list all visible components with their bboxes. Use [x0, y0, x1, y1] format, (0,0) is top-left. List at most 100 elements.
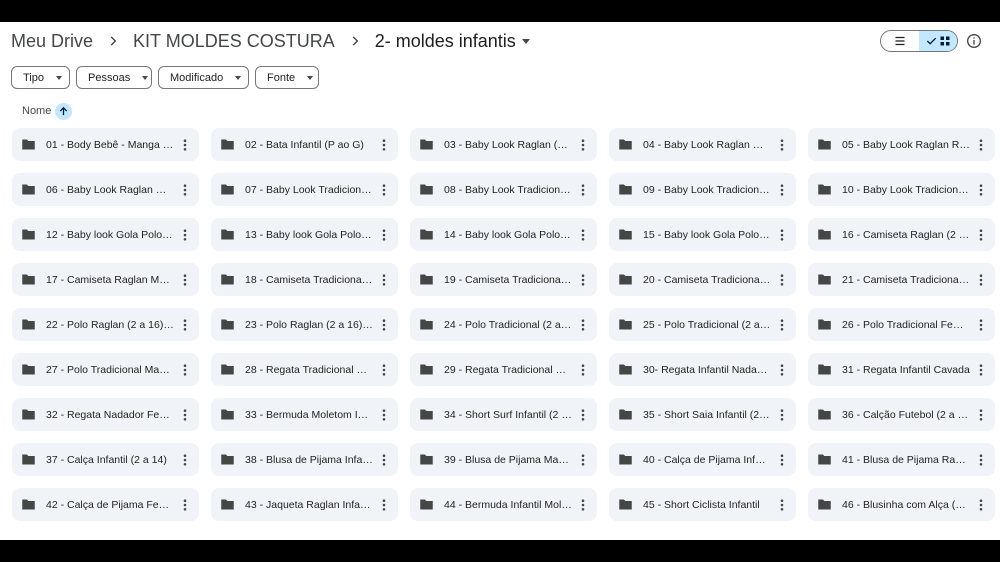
more-options-button[interactable]	[373, 404, 395, 426]
list-view-button[interactable]	[881, 31, 919, 51]
folder-tile[interactable]: 16 - Camiseta Raglan (2 a 16)	[808, 218, 995, 251]
folder-tile[interactable]: 23 - Polo Raglan (2 a 16) Manga Longa	[211, 308, 398, 341]
more-options-button[interactable]	[373, 179, 395, 201]
folder-tile[interactable]: 32 - Regata Nadador Feminina	[12, 398, 199, 431]
more-options-button[interactable]	[572, 314, 594, 336]
folder-tile[interactable]: 26 - Polo Tradicional Feminina	[808, 308, 995, 341]
more-options-button[interactable]	[572, 179, 594, 201]
more-options-button[interactable]	[373, 314, 395, 336]
more-options-button[interactable]	[771, 314, 793, 336]
more-options-button[interactable]	[572, 134, 594, 156]
more-options-button[interactable]	[572, 494, 594, 516]
filter-source-chip[interactable]: Fonte	[255, 66, 319, 89]
folder-tile[interactable]: 42 - Calça de Pijama Feminina	[12, 488, 199, 521]
more-options-button[interactable]	[970, 134, 992, 156]
folder-tile[interactable]: 33 - Bermuda Moletom Infantil	[211, 398, 398, 431]
more-options-button[interactable]	[373, 134, 395, 156]
folder-tile[interactable]: 12 - Baby look Gola Polo Raglan	[12, 218, 199, 251]
more-options-button[interactable]	[572, 449, 594, 471]
folder-tile[interactable]: 44 - Bermuda Infantil Moletom	[410, 488, 597, 521]
folder-tile[interactable]: 08 - Baby Look Tradicional Manga Longa	[410, 173, 597, 206]
folder-tile[interactable]: 40 - Calça de Pijama Infantil	[609, 443, 796, 476]
sort-direction-button[interactable]	[55, 102, 73, 120]
filter-modified-chip[interactable]: Modificado	[158, 66, 249, 89]
more-options-button[interactable]	[174, 179, 196, 201]
folder-tile[interactable]: 14 - Baby look Gola Polo Manga Longa	[410, 218, 597, 251]
folder-tile[interactable]: 04 - Baby Look Raglan Manga Longa	[609, 128, 796, 161]
info-icon[interactable]	[966, 33, 982, 49]
more-options-button[interactable]	[970, 224, 992, 246]
more-options-button[interactable]	[771, 269, 793, 291]
more-options-button[interactable]	[373, 449, 395, 471]
folder-tile[interactable]: 41 - Blusa de Pijama Raglan	[808, 443, 995, 476]
more-options-button[interactable]	[572, 404, 594, 426]
more-options-button[interactable]	[373, 224, 395, 246]
more-options-button[interactable]	[771, 179, 793, 201]
more-options-button[interactable]	[771, 404, 793, 426]
more-options-button[interactable]	[373, 269, 395, 291]
more-options-button[interactable]	[373, 359, 395, 381]
more-options-button[interactable]	[373, 494, 395, 516]
folder-tile[interactable]: 35 - Short Saia Infantil (2 a 16)	[609, 398, 796, 431]
folder-tile[interactable]: 13 - Baby look Gola Polo Tradicional	[211, 218, 398, 251]
folder-tile[interactable]: 18 - Camiseta Tradicional (2 a 16)	[211, 263, 398, 296]
folder-tile[interactable]: 36 - Calção Futebol (2 a 16)	[808, 398, 995, 431]
grid-view-button[interactable]	[919, 31, 957, 51]
folder-tile[interactable]: 15 - Baby look Gola Polo Regata	[609, 218, 796, 251]
more-options-button[interactable]	[970, 359, 992, 381]
folder-tile[interactable]: 02 - Bata Infantil (P ao G)	[211, 128, 398, 161]
folder-tile[interactable]: 20 - Camiseta Tradicional Regata	[609, 263, 796, 296]
more-options-button[interactable]	[771, 224, 793, 246]
more-options-button[interactable]	[174, 494, 196, 516]
folder-tile[interactable]: 39 - Blusa de Pijama Manga Longa	[410, 443, 597, 476]
folder-tile[interactable]: 37 - Calça Infantil (2 a 14)	[12, 443, 199, 476]
more-options-button[interactable]	[970, 179, 992, 201]
folder-tile[interactable]: 29 - Regata Tradicional Feminina	[410, 353, 597, 386]
more-options-button[interactable]	[970, 269, 992, 291]
more-options-button[interactable]	[174, 134, 196, 156]
more-options-button[interactable]	[572, 359, 594, 381]
folder-tile[interactable]: 38 - Blusa de Pijama Infantil	[211, 443, 398, 476]
folder-tile[interactable]: 45 - Short Ciclista Infantil	[609, 488, 796, 521]
folder-tile[interactable]: 10 - Baby Look Tradicional Manga 3/4	[808, 173, 995, 206]
folder-tile[interactable]: 27 - Polo Tradicional Manga 3/4	[12, 353, 199, 386]
folder-tile[interactable]: 46 - Blusinha com Alça (2 a 16)	[808, 488, 995, 521]
folder-tile[interactable]: 17 - Camiseta Raglan Manga Longa	[12, 263, 199, 296]
more-options-button[interactable]	[174, 314, 196, 336]
folder-tile[interactable]: 24 - Polo Tradicional (2 a 16)	[410, 308, 597, 341]
folder-tile[interactable]: 06 - Baby Look Raglan Manga Curta	[12, 173, 199, 206]
more-options-button[interactable]	[970, 404, 992, 426]
more-options-button[interactable]	[970, 494, 992, 516]
more-options-button[interactable]	[174, 449, 196, 471]
more-options-button[interactable]	[174, 224, 196, 246]
more-options-button[interactable]	[771, 494, 793, 516]
folder-tile[interactable]: 05 - Baby Look Raglan Regata	[808, 128, 995, 161]
folder-tile[interactable]: 43 - Jaqueta Raglan Infantil	[211, 488, 398, 521]
more-options-button[interactable]	[174, 359, 196, 381]
filter-type-chip[interactable]: Tipo	[11, 66, 70, 89]
filter-people-chip[interactable]: Pessoas	[76, 66, 152, 89]
folder-tile[interactable]: 03 - Baby Look Raglan (2 a 16)	[410, 128, 597, 161]
folder-tile[interactable]: 30- Regata Infantil Nadador	[609, 353, 796, 386]
more-options-button[interactable]	[771, 134, 793, 156]
more-options-button[interactable]	[771, 359, 793, 381]
folder-tile[interactable]: 01 - Body Bebê - Manga Longa	[12, 128, 199, 161]
sort-name-label[interactable]: Nome	[22, 105, 51, 117]
more-options-button[interactable]	[572, 269, 594, 291]
folder-tile[interactable]: 31 - Regata Infantil Cavada	[808, 353, 995, 386]
folder-tile[interactable]: 34 - Short Surf Infantil (2 a 16)	[410, 398, 597, 431]
breadcrumb-my-drive[interactable]: Meu Drive	[11, 31, 93, 52]
more-options-button[interactable]	[970, 449, 992, 471]
folder-tile[interactable]: 07 - Baby Look Tradicional (2 a 16)	[211, 173, 398, 206]
folder-tile[interactable]: 28 - Regata Tradicional Masculina	[211, 353, 398, 386]
more-options-button[interactable]	[572, 224, 594, 246]
more-options-button[interactable]	[970, 314, 992, 336]
folder-tile[interactable]: 21 - Camiseta Tradicional Gola V	[808, 263, 995, 296]
folder-tile[interactable]: 22 - Polo Raglan (2 a 16) Manga Curta	[12, 308, 199, 341]
breadcrumb-kit-moldes[interactable]: KIT MOLDES COSTURA	[133, 31, 335, 52]
more-options-button[interactable]	[174, 269, 196, 291]
breadcrumb-current-folder[interactable]: 2- moldes infantis	[375, 31, 530, 52]
folder-tile[interactable]: 09 - Baby Look Tradicional Regata	[609, 173, 796, 206]
folder-tile[interactable]: 19 - Camiseta Tradicional Manga Longa	[410, 263, 597, 296]
more-options-button[interactable]	[771, 449, 793, 471]
